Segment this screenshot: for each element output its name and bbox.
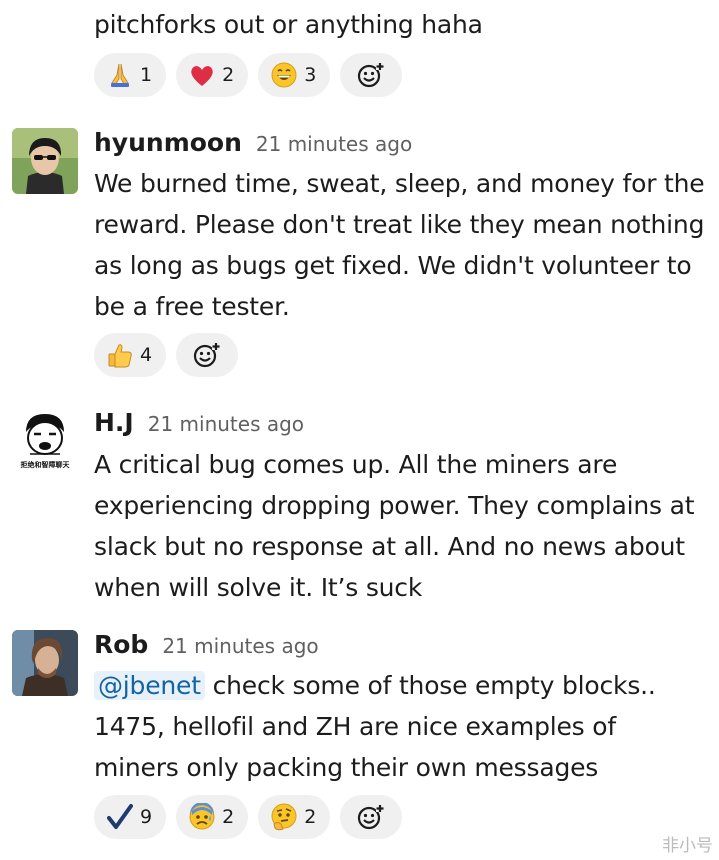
message-timestamp[interactable]: 21 minutes ago bbox=[162, 634, 318, 658]
grinning-face-emoji-icon bbox=[271, 62, 297, 88]
add-reaction-icon bbox=[358, 62, 385, 88]
reaction-row: 9 2 2 bbox=[94, 795, 403, 839]
message-body: We burned time, sweat, sleep, and money … bbox=[94, 163, 714, 327]
message-text-line: @jbenet check some of those empty blocks… bbox=[94, 665, 714, 706]
message-text-line: as long as bugs get fixed. We didn't vol… bbox=[94, 251, 692, 280]
thinking-face-emoji-icon bbox=[271, 803, 297, 831]
message-timestamp[interactable]: 21 minutes ago bbox=[256, 132, 412, 156]
add-reaction-icon bbox=[358, 804, 385, 830]
message-text-line: pitchforks out or anything haha bbox=[94, 10, 483, 39]
avatar-hj[interactable]: 拒绝和智障聊天 bbox=[12, 408, 78, 474]
add-reaction-button[interactable] bbox=[340, 53, 403, 97]
anxious-face-emoji-icon bbox=[189, 803, 215, 830]
message-body: @jbenet check some of those empty blocks… bbox=[94, 665, 714, 788]
message-text-line: We burned time, sweat, sleep, and money … bbox=[94, 169, 705, 198]
add-reaction-icon bbox=[193, 342, 221, 368]
user-photo-icon bbox=[12, 128, 78, 194]
avatar-hyunmoon[interactable] bbox=[12, 128, 78, 194]
reaction-count: 3 bbox=[304, 64, 317, 86]
reaction-pill-anxious-face[interactable]: 2 bbox=[176, 795, 249, 839]
reaction-count: 9 bbox=[140, 806, 153, 828]
reaction-row: 4 bbox=[94, 333, 239, 377]
reaction-pill-thumbs-up[interactable]: 4 bbox=[94, 333, 167, 377]
red-heart-emoji-icon bbox=[191, 66, 213, 86]
reaction-count: 4 bbox=[140, 344, 153, 366]
message-text-line: 1475, hellofil and ZH are nice examples … bbox=[94, 712, 616, 741]
message-text-fragment: check some of those empty blocks.. bbox=[204, 671, 656, 700]
author-name[interactable]: H.J bbox=[94, 408, 134, 437]
reaction-pill-check-mark[interactable]: 9 bbox=[94, 795, 167, 839]
watermark: 非小号 bbox=[662, 836, 713, 856]
reaction-pill-red-heart[interactable]: 2 bbox=[176, 53, 249, 97]
message-text-line: experiencing dropping power. They compla… bbox=[94, 491, 695, 520]
message-text-line: reward. Please don't treat like they mea… bbox=[94, 210, 705, 239]
avatar-caption: 拒绝和智障聊天 bbox=[20, 461, 70, 469]
message-text-line: when will solve it. It’s suck bbox=[94, 573, 423, 602]
add-reaction-button[interactable] bbox=[340, 795, 403, 839]
reaction-count: 1 bbox=[140, 64, 153, 86]
message-timestamp[interactable]: 21 minutes ago bbox=[148, 412, 304, 436]
message-text-line: be a free tester. bbox=[94, 292, 290, 321]
praying-hands-emoji-icon bbox=[111, 63, 129, 87]
reaction-row: 1 2 3 bbox=[94, 53, 403, 97]
add-reaction-button[interactable] bbox=[176, 333, 239, 377]
message-text-line: slack but no response at all. And no new… bbox=[94, 532, 685, 561]
message-text-line: miners only packing their own messages bbox=[94, 753, 599, 782]
user-photo-icon bbox=[12, 630, 78, 696]
message-body: A critical bug comes up. All the miners … bbox=[94, 444, 714, 608]
user-mention[interactable]: @jbenet bbox=[94, 671, 205, 700]
reaction-count: 2 bbox=[222, 806, 235, 828]
reaction-pill-thinking-face[interactable]: 2 bbox=[258, 795, 331, 839]
reaction-count: 2 bbox=[304, 806, 317, 828]
author-name[interactable]: Rob bbox=[94, 630, 148, 659]
avatar-rob[interactable] bbox=[12, 630, 78, 696]
check-mark-emoji-icon bbox=[107, 804, 133, 829]
message-text-line: A critical bug comes up. All the miners … bbox=[94, 450, 618, 479]
reaction-count: 2 bbox=[222, 64, 235, 86]
thumbs-up-emoji-icon bbox=[108, 344, 132, 368]
reaction-pill-praying-hands[interactable]: 1 bbox=[94, 53, 167, 97]
reaction-pill-grinning-face[interactable]: 3 bbox=[258, 53, 331, 97]
author-name[interactable]: hyunmoon bbox=[94, 128, 242, 157]
